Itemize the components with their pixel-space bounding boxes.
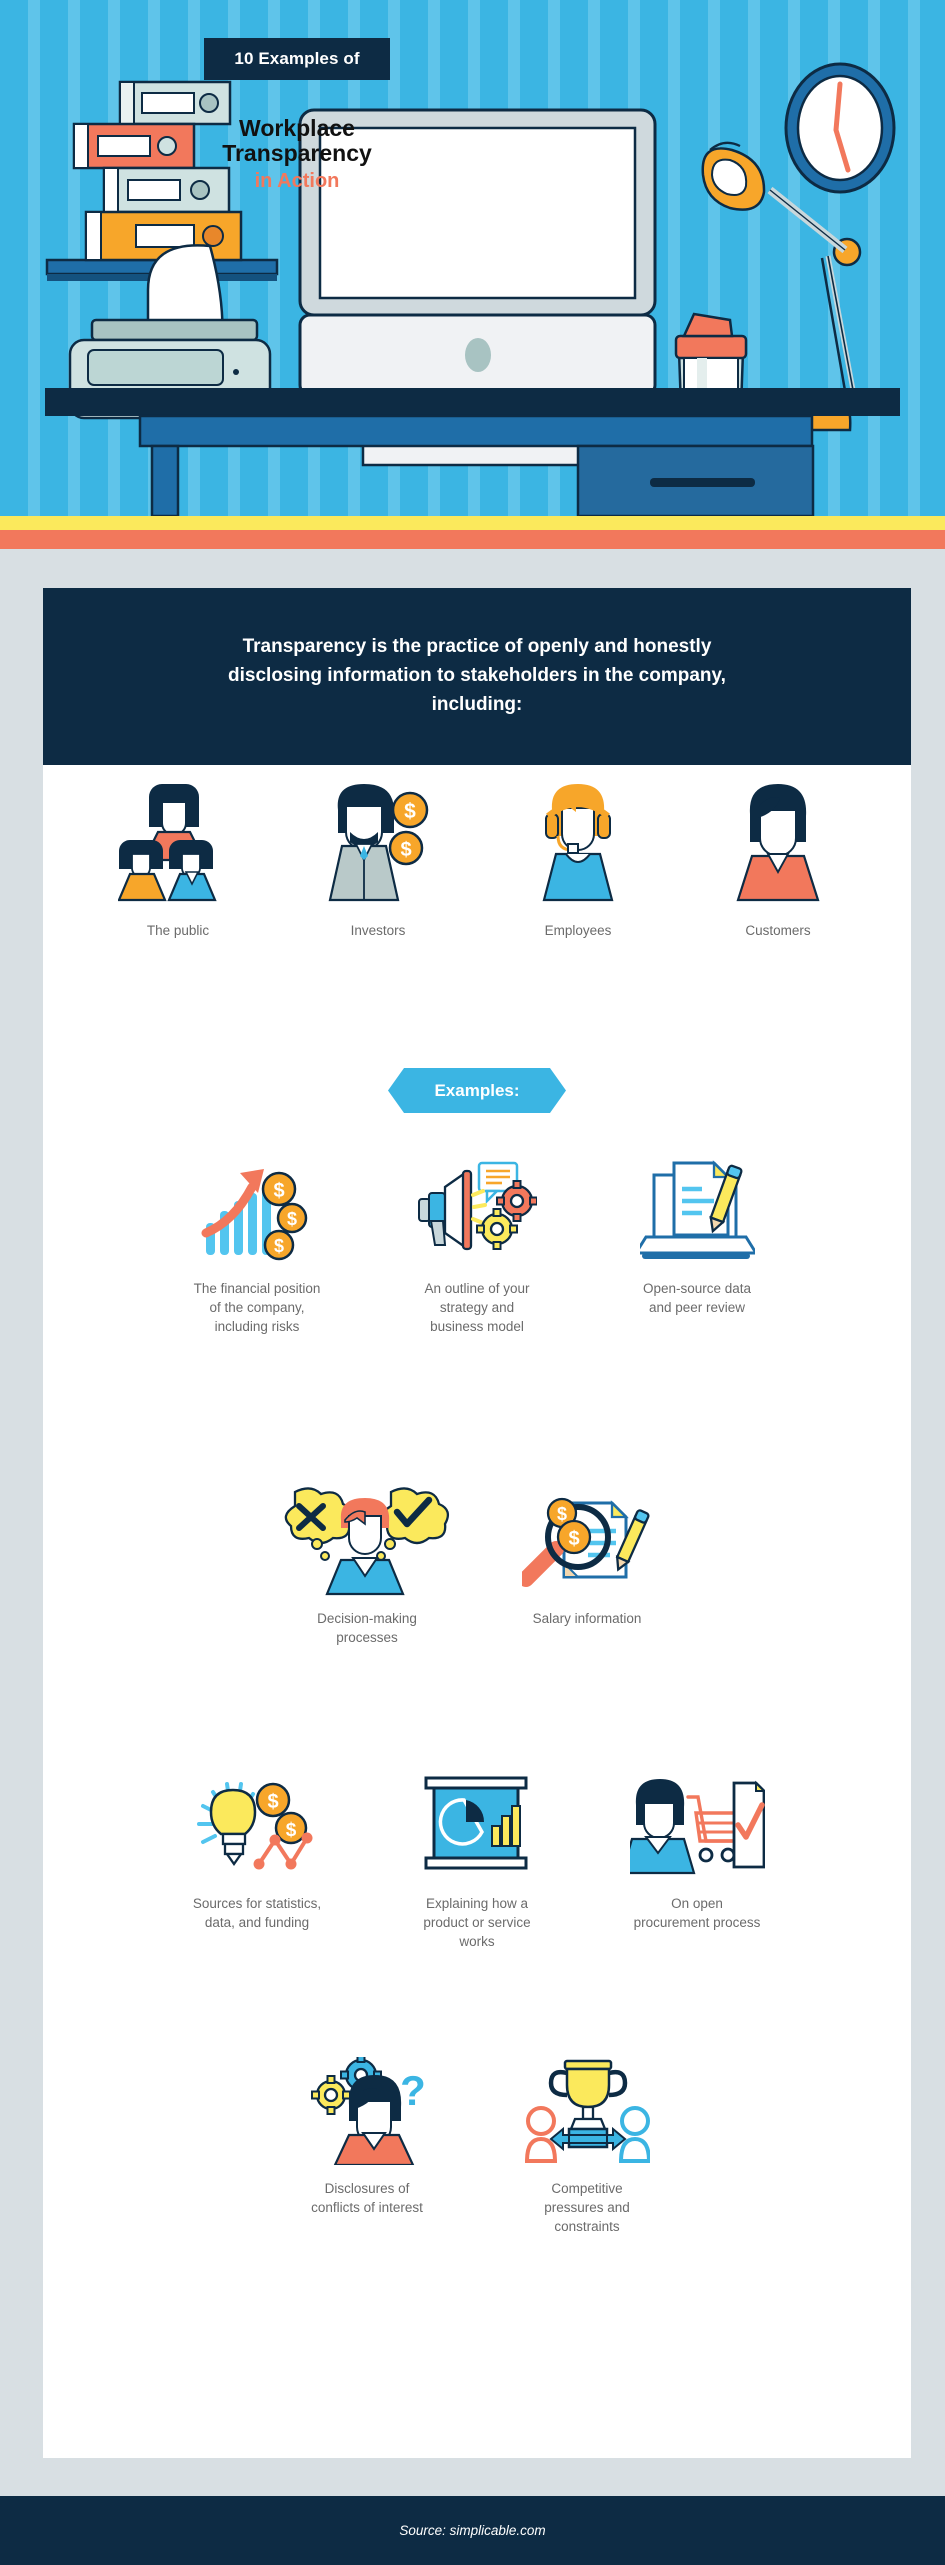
stakeholder-label: The public xyxy=(146,923,210,938)
examples-row-1: $ $ $ The financial position of the comp… xyxy=(43,1155,911,1336)
example-label: Decision-making processes xyxy=(317,1611,417,1646)
magnifier-payslip-icon: $ $ xyxy=(522,1485,652,1597)
example-open-procurement: On open procurement process xyxy=(587,1770,807,1951)
example-competitive-pressures: Competitive pressures and constraints xyxy=(477,2055,697,2236)
stakeholder-investors: $ $ Investors xyxy=(303,765,453,938)
example-label: Sources for statistics, data, and fundin… xyxy=(192,1896,322,1931)
laptop-document-pencil-icon xyxy=(639,1155,755,1267)
yellow-divider-band xyxy=(0,516,945,530)
screen-title-line1: Workplace xyxy=(239,114,355,141)
example-label: An outline of your strategy and business… xyxy=(424,1281,530,1335)
customer-person-icon xyxy=(718,765,838,905)
svg-text:$: $ xyxy=(568,1528,579,1550)
presentation-chart-icon xyxy=(420,1770,535,1882)
stakeholder-label: Employees xyxy=(544,923,612,938)
source-credit: Source: simplicable.com xyxy=(399,2523,546,2538)
wall-clock-icon xyxy=(784,62,896,194)
stakeholders-row: The public $ $ Investors Employees Custo… xyxy=(103,765,853,938)
svg-text:$: $ xyxy=(557,1504,567,1524)
stakeholder-label: Customers xyxy=(745,923,811,938)
screen-title-line2: Transparency xyxy=(222,140,372,167)
examples-row-4: ? Disclosures of conflicts of interest C… xyxy=(43,2055,911,2236)
example-label: The financial position of the company, i… xyxy=(193,1281,321,1335)
employee-headset-icon xyxy=(518,765,638,905)
growth-chart-coins-icon: $ $ $ xyxy=(200,1155,315,1267)
orange-divider-band xyxy=(0,530,945,549)
example-salary-information: $ $ Salary information xyxy=(477,1485,697,1647)
svg-text:$: $ xyxy=(273,1236,283,1256)
example-label: Competitive pressures and constraints xyxy=(544,2181,630,2235)
footer-bar: Source: simplicable.com xyxy=(0,2496,945,2565)
svg-text:$: $ xyxy=(286,1209,296,1229)
example-label: Salary information xyxy=(532,1611,642,1626)
megaphone-gears-icon xyxy=(417,1155,537,1267)
svg-text:$: $ xyxy=(404,800,416,823)
monitor-screen-text: Workplace Transparency in Action xyxy=(202,95,392,213)
stakeholder-customers: Customers xyxy=(703,765,853,938)
title-banner: 10 Examples of xyxy=(204,38,390,80)
example-conflicts-of-interest: ? Disclosures of conflicts of interest xyxy=(257,2055,477,2236)
hero-illustration: 10 Examples of Workplace Transparency in… xyxy=(0,0,945,516)
intro-text: Transparency is the practice of openly a… xyxy=(228,636,726,715)
stakeholder-label: Investors xyxy=(350,923,406,938)
thought-bubbles-person-icon xyxy=(277,1485,457,1597)
example-explaining-product: Explaining how a product or service work… xyxy=(367,1770,587,1951)
svg-text:$: $ xyxy=(286,1820,297,1841)
example-decision-making: Decision-making processes xyxy=(257,1485,477,1647)
shopper-cart-checklist-icon xyxy=(629,1770,765,1882)
person-gears-question-icon: ? xyxy=(305,2055,430,2167)
stakeholder-employees: Employees xyxy=(503,765,653,938)
example-label: Explaining how a product or service work… xyxy=(423,1896,531,1950)
examples-row-3: $ $ Sources for statistics, data, and fu… xyxy=(43,1770,911,1951)
svg-text:$: $ xyxy=(267,1791,278,1813)
example-open-source-data: Open-source data and peer review xyxy=(587,1155,807,1336)
screen-subtitle: in Action xyxy=(254,170,340,193)
svg-text:$: $ xyxy=(273,1180,284,1202)
stakeholder-the-public: The public xyxy=(103,765,253,938)
content-card: The public $ $ Investors Employees Custo… xyxy=(43,765,911,2458)
example-sources-statistics: $ $ Sources for statistics, data, and fu… xyxy=(147,1770,367,1951)
examples-banner: Examples: xyxy=(388,1068,566,1113)
example-financial-position: $ $ $ The financial position of the comp… xyxy=(147,1155,367,1336)
examples-row-2: Decision-making processes $ $ Salary inf… xyxy=(43,1485,911,1647)
investor-with-coins-icon: $ $ xyxy=(318,765,438,905)
svg-text:?: ? xyxy=(400,2067,426,2114)
example-label: Disclosures of conflicts of interest xyxy=(311,2181,423,2216)
example-label: On open procurement process xyxy=(633,1896,761,1931)
infographic-page: 10 Examples of Workplace Transparency in… xyxy=(0,0,945,2565)
lightbulb-coins-graph-icon: $ $ xyxy=(197,1770,317,1882)
example-strategy-outline: An outline of your strategy and business… xyxy=(367,1155,587,1336)
desk-scene-svg xyxy=(45,62,900,516)
intro-block: Transparency is the practice of openly a… xyxy=(43,588,911,765)
trophy-competitors-icon xyxy=(524,2055,650,2167)
svg-text:$: $ xyxy=(400,839,411,861)
family-group-icon xyxy=(118,765,238,905)
example-label: Open-source data and peer review xyxy=(642,1281,752,1316)
